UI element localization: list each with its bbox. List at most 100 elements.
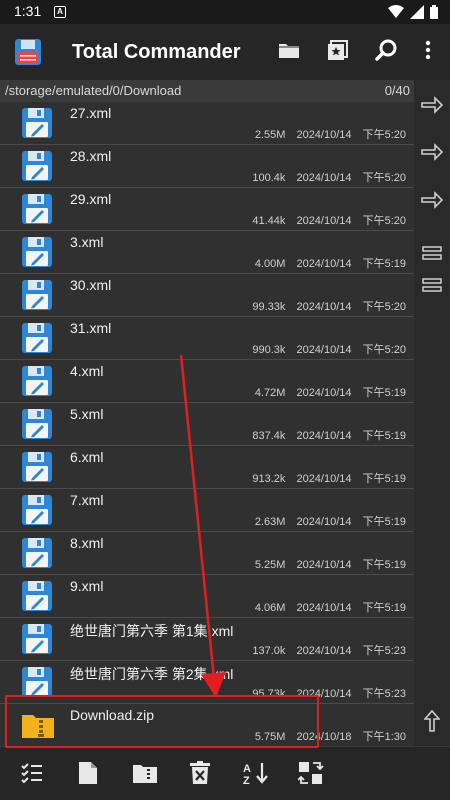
- file-size: 4.00M: [254, 258, 286, 270]
- file-row[interactable]: 29.xml 41.44k 2024/10/14 下午5:20: [0, 188, 414, 231]
- floppy-disk-icon: [22, 237, 52, 267]
- file-meta: 990.3k 2024/10/14 下午5:20: [244, 341, 406, 357]
- floppy-disk-icon: [22, 323, 52, 353]
- floppy-disk-icon: [22, 495, 52, 525]
- file-date: 2024/10/14: [296, 258, 352, 270]
- file-row[interactable]: 绝世唐门第六季 第1集.xml 137.0k 2024/10/14 下午5:23: [0, 618, 414, 661]
- equals-icon[interactable]: [421, 277, 443, 293]
- floppy-disk-icon: [22, 667, 52, 697]
- file-time: 下午5:20: [362, 172, 406, 184]
- arrow-right-icon[interactable]: [421, 191, 443, 209]
- file-size: 913.2k: [252, 473, 286, 485]
- bookmark-star-icon[interactable]: [326, 38, 350, 62]
- file-time: 下午5:19: [362, 258, 406, 270]
- file-time: 下午5:19: [362, 387, 406, 399]
- file-meta: 4.72M 2024/10/14 下午5:19: [247, 384, 406, 400]
- file-meta: 837.4k 2024/10/14 下午5:19: [244, 427, 406, 443]
- file-size: 100.4k: [252, 172, 286, 184]
- file-date: 2024/10/18: [296, 731, 352, 743]
- file-meta: 4.00M 2024/10/14 下午5:19: [247, 255, 406, 271]
- file-name: 绝世唐门第六季 第2集.xml: [70, 666, 234, 682]
- current-path[interactable]: /storage/emulated/0/Download: [5, 83, 181, 98]
- arrow-right-icon[interactable]: [421, 143, 443, 161]
- file-row[interactable]: 28.xml 100.4k 2024/10/14 下午5:20: [0, 145, 414, 188]
- zip-folder-icon: [22, 715, 54, 738]
- folder-icon[interactable]: [277, 38, 301, 62]
- floppy-disk-icon: [22, 452, 52, 482]
- file-row[interactable]: 9.xml 4.06M 2024/10/14 下午5:19: [0, 575, 414, 618]
- app-logo-icon[interactable]: [14, 38, 42, 66]
- file-meta: 100.4k 2024/10/14 下午5:20: [244, 169, 406, 185]
- file-date: 2024/10/14: [296, 129, 352, 141]
- select-list-icon[interactable]: [20, 761, 44, 785]
- file-row[interactable]: 7.xml 2.63M 2024/10/14 下午5:19: [0, 489, 414, 532]
- file-row[interactable]: 31.xml 990.3k 2024/10/14 下午5:20: [0, 317, 414, 360]
- file-row[interactable]: 3.xml 4.00M 2024/10/14 下午5:19: [0, 231, 414, 274]
- arrow-up-icon[interactable]: [424, 710, 440, 732]
- file-list[interactable]: 27.xml 2.55M 2024/10/14 下午5:20 28.xml 10…: [0, 102, 414, 747]
- more-vert-icon[interactable]: [420, 38, 436, 62]
- file-name: 6.xml: [70, 449, 104, 465]
- sort-az-icon[interactable]: A Z: [242, 761, 270, 785]
- file-size: 2.55M: [254, 129, 286, 141]
- file-time: 下午5:19: [362, 430, 406, 442]
- file-row[interactable]: 30.xml 99.33k 2024/10/14 下午5:20: [0, 274, 414, 317]
- zip-archive-icon[interactable]: [132, 761, 158, 785]
- file-time: 下午5:20: [362, 215, 406, 227]
- file-time: 下午5:20: [362, 301, 406, 313]
- file-time: 下午1:30: [362, 731, 406, 743]
- file-time: 下午5:23: [362, 688, 406, 700]
- file-name: 29.xml: [70, 191, 112, 207]
- file-row[interactable]: 27.xml 2.55M 2024/10/14 下午5:20: [0, 102, 414, 145]
- file-name: 27.xml: [70, 105, 112, 121]
- floppy-disk-icon: [22, 624, 52, 654]
- battery-icon: [430, 5, 438, 19]
- file-icon[interactable]: [78, 761, 98, 785]
- file-time: 下午5:19: [362, 559, 406, 571]
- side-action-column: [414, 80, 450, 746]
- file-meta: 41.44k 2024/10/14 下午5:20: [244, 212, 406, 228]
- file-date: 2024/10/14: [296, 301, 352, 313]
- file-row[interactable]: 6.xml 913.2k 2024/10/14 下午5:19: [0, 446, 414, 489]
- file-meta: 913.2k 2024/10/14 下午5:19: [244, 470, 406, 486]
- file-time: 下午5:19: [362, 602, 406, 614]
- file-name: 4.xml: [70, 363, 104, 379]
- search-icon[interactable]: [374, 38, 398, 62]
- floppy-disk-icon: [22, 366, 52, 396]
- floppy-disk-icon: [22, 108, 52, 138]
- file-name: 9.xml: [70, 578, 104, 594]
- swap-panels-icon[interactable]: [298, 761, 324, 785]
- file-meta: 5.25M 2024/10/14 下午5:19: [247, 556, 406, 572]
- file-row[interactable]: 4.xml 4.72M 2024/10/14 下午5:19: [0, 360, 414, 403]
- file-name: 3.xml: [70, 234, 104, 250]
- delete-icon[interactable]: [189, 761, 211, 785]
- file-size: 41.44k: [252, 215, 286, 227]
- file-name: 28.xml: [70, 148, 112, 164]
- floppy-disk-icon: [22, 280, 52, 310]
- file-row[interactable]: 5.xml 837.4k 2024/10/14 下午5:19: [0, 403, 414, 446]
- file-name: 5.xml: [70, 406, 104, 422]
- file-date: 2024/10/14: [296, 688, 352, 700]
- floppy-disk-icon: [22, 409, 52, 439]
- equals-icon[interactable]: [421, 245, 443, 261]
- file-row[interactable]: 8.xml 5.25M 2024/10/14 下午5:19: [0, 532, 414, 575]
- status-time: 1:31: [14, 3, 42, 19]
- arrow-right-icon[interactable]: [421, 96, 443, 114]
- notification-icon: A: [54, 6, 66, 18]
- file-date: 2024/10/14: [296, 430, 352, 442]
- file-size: 837.4k: [252, 430, 286, 442]
- file-meta: 137.0k 2024/10/14 下午5:23: [244, 642, 406, 658]
- file-time: 下午5:19: [362, 473, 406, 485]
- file-size: 95.73k: [252, 688, 286, 700]
- path-bar[interactable]: /storage/emulated/0/Download 0/40: [0, 80, 414, 102]
- file-size: 4.72M: [254, 387, 286, 399]
- file-size: 137.0k: [252, 645, 286, 657]
- svg-text:Z: Z: [243, 775, 250, 785]
- file-row[interactable]: 绝世唐门第六季 第2集.xml 95.73k 2024/10/14 下午5:23: [0, 661, 414, 704]
- floppy-disk-icon: [22, 581, 52, 611]
- file-time: 下午5:20: [362, 344, 406, 356]
- file-meta: 5.75M 2024/10/18 下午1:30: [247, 728, 406, 744]
- file-time: 下午5:19: [362, 516, 406, 528]
- file-row[interactable]: Download.zip 5.75M 2024/10/18 下午1:30: [0, 704, 414, 747]
- file-size: 5.25M: [254, 559, 286, 571]
